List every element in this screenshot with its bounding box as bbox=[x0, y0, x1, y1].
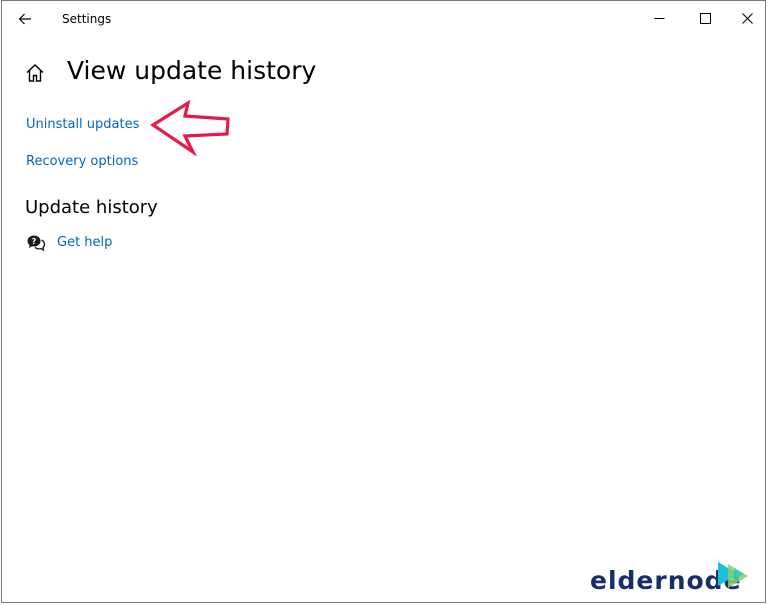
title-bar: Settings bbox=[2, 1, 765, 37]
help-chat-icon: ? bbox=[27, 235, 46, 252]
home-button[interactable] bbox=[24, 62, 46, 84]
app-title: Settings bbox=[62, 12, 112, 26]
update-history-heading: Update history bbox=[25, 197, 158, 218]
play-logo-icon bbox=[718, 562, 748, 588]
eldernode-watermark: eldernode bbox=[590, 560, 755, 598]
back-button[interactable] bbox=[12, 7, 38, 31]
svg-text:?: ? bbox=[32, 237, 37, 246]
uninstall-updates-link[interactable]: Uninstall updates bbox=[26, 117, 139, 132]
minimize-icon bbox=[654, 17, 664, 19]
maximize-icon bbox=[699, 12, 711, 24]
settings-window: Settings View update history Uninstall u… bbox=[1, 0, 766, 603]
page-title: View update history bbox=[67, 56, 317, 85]
close-icon bbox=[741, 12, 753, 24]
annotation-arrow-icon bbox=[150, 100, 230, 156]
home-icon bbox=[26, 64, 44, 82]
get-help-link[interactable]: Get help bbox=[57, 235, 112, 250]
back-arrow-icon bbox=[18, 13, 31, 25]
recovery-options-link[interactable]: Recovery options bbox=[26, 154, 138, 169]
minimize-button[interactable] bbox=[636, 1, 682, 35]
maximize-button[interactable] bbox=[682, 1, 728, 35]
close-button[interactable] bbox=[724, 1, 768, 35]
